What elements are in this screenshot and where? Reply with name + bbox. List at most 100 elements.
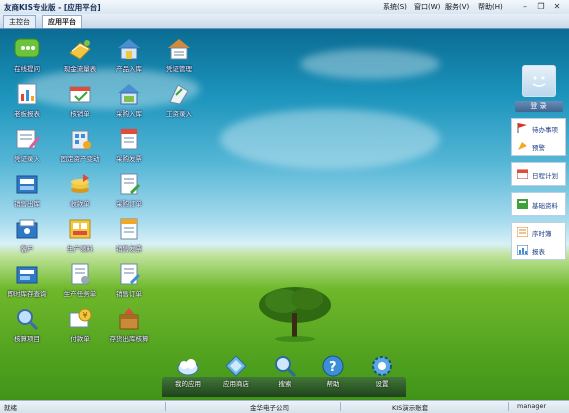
cloud-decoration bbox=[300, 49, 440, 79]
search-icon bbox=[274, 355, 297, 378]
my-apps-icon bbox=[177, 355, 199, 377]
product-stock-in-icon bbox=[116, 37, 142, 61]
ledger-icon bbox=[516, 226, 529, 238]
my-apps-button[interactable]: 我的应用 bbox=[168, 355, 208, 388]
menu-service[interactable]: 服务(V) bbox=[445, 2, 469, 12]
desktop-icon-sales-invoice[interactable]: 销售发票 bbox=[102, 217, 156, 257]
right-panel: 登 录 待办事项 预警 日程计划 基础资料 序时簿 报表 bbox=[511, 65, 566, 260]
basic-data-group: 基础资料 bbox=[511, 192, 566, 216]
alert-icon bbox=[517, 141, 528, 151]
desktop-icon-purchase-order[interactable]: 采购订单 bbox=[102, 172, 156, 212]
menu-system[interactable]: 系统(S) bbox=[383, 2, 407, 12]
desktop-icon-boss-report[interactable]: 老板报表 bbox=[0, 82, 54, 122]
production-material-icon bbox=[67, 217, 93, 241]
avatar[interactable] bbox=[521, 65, 556, 97]
ledger-item[interactable]: 序时簿 bbox=[512, 223, 565, 241]
status-divider bbox=[340, 402, 341, 411]
desktop-icon-purchase-stock-in[interactable]: 采购入库 bbox=[102, 82, 156, 122]
svg-text:¥: ¥ bbox=[83, 311, 88, 320]
alert-item[interactable]: 预警 bbox=[512, 137, 565, 155]
desktop-icon-payment[interactable]: ¥ 付款单 bbox=[53, 307, 107, 347]
write-off-icon bbox=[67, 82, 93, 106]
sales-invoice-icon bbox=[116, 217, 142, 241]
current-user: manager bbox=[517, 402, 547, 410]
menu-window[interactable]: 窗口(W) bbox=[414, 2, 440, 12]
salary-entry-icon bbox=[166, 82, 192, 106]
receipt-icon bbox=[67, 172, 93, 196]
desktop: 在线提问 老板报表 凭证录入 销售出库 客户 即时库存查询 核算项目 现金流量表… bbox=[0, 29, 569, 400]
production-task-icon bbox=[67, 262, 93, 286]
todo-group: 待办事项 预警 bbox=[511, 118, 566, 156]
desktop-icon-customer[interactable]: 客户 bbox=[0, 217, 54, 257]
payment-icon: ¥ bbox=[67, 307, 93, 331]
ledger-group: 序时簿 报表 bbox=[511, 222, 566, 260]
help-icon: ? bbox=[322, 355, 344, 377]
desktop-icon-salary-entry[interactable]: 工资录入 bbox=[152, 82, 206, 122]
inventory-query-icon bbox=[14, 262, 40, 286]
customer-icon bbox=[14, 217, 40, 241]
book-icon bbox=[517, 199, 528, 209]
settings-icon bbox=[371, 355, 393, 377]
tab-bar: 主控台 应用平台 bbox=[0, 14, 569, 29]
cash-flow-icon bbox=[67, 37, 93, 61]
desktop-icon-production-material[interactable]: 生产领料 bbox=[53, 217, 107, 257]
chat-bubbles-icon bbox=[14, 37, 40, 61]
todo-item[interactable]: 待办事项 bbox=[512, 119, 565, 137]
desktop-icon-product-stock-in[interactable]: 产品入库 bbox=[102, 37, 156, 77]
status-divider bbox=[508, 402, 509, 411]
status-divider bbox=[165, 402, 166, 411]
desktop-icon-cash-flow[interactable]: 现金流量表 bbox=[53, 37, 107, 77]
tab-main-console[interactable]: 主控台 bbox=[3, 15, 36, 28]
menu-help[interactable]: 帮助(H) bbox=[478, 2, 503, 12]
report-item[interactable]: 报表 bbox=[512, 241, 565, 259]
app-store-button[interactable]: 应用商店 bbox=[216, 355, 256, 388]
settings-button[interactable]: 设置 bbox=[362, 355, 402, 388]
search-button[interactable]: 搜索 bbox=[265, 355, 305, 388]
close-icon[interactable]: ✕ bbox=[550, 1, 564, 12]
app-store-icon bbox=[225, 355, 247, 377]
desktop-icon-inventory-query[interactable]: 即时库存查询 bbox=[0, 262, 54, 302]
tree-illustration bbox=[259, 287, 331, 342]
flag-icon bbox=[517, 123, 528, 133]
desktop-icon-voucher-entry[interactable]: 凭证录入 bbox=[0, 127, 54, 167]
svg-text:?: ? bbox=[329, 360, 337, 375]
status-bar: 就绪 金华电子公司 KIS演示账套 manager bbox=[0, 400, 569, 413]
title-bar: 友商KIS专业版 - [应用平台] 系统(S) 窗口(W) 服务(V) 帮助(H… bbox=[0, 0, 569, 15]
desktop-icon-voucher-management[interactable]: 凭证管理 bbox=[152, 37, 206, 77]
calendar-icon bbox=[516, 169, 529, 180]
desktop-icon-purchase-invoice[interactable]: 采购发票 bbox=[102, 127, 156, 167]
window-title: 友商KIS专业版 - [应用平台] bbox=[4, 3, 101, 12]
purchase-order-icon bbox=[116, 172, 142, 196]
help-button[interactable]: ? 帮助 bbox=[313, 355, 353, 388]
voucher-entry-icon bbox=[14, 127, 40, 151]
desktop-icon-production-task[interactable]: 生产任务单 bbox=[53, 262, 107, 302]
desktop-icon-online-question[interactable]: 在线提问 bbox=[0, 37, 54, 77]
desktop-icon-sales-order[interactable]: 销售订单 bbox=[102, 262, 156, 302]
sales-stock-out-icon bbox=[14, 172, 40, 196]
report-icon bbox=[516, 244, 529, 256]
desktop-icon-accounting-item[interactable]: 核算项目 bbox=[0, 307, 54, 347]
schedule-item[interactable]: 日程计划 bbox=[512, 163, 565, 185]
desktop-icon-fixed-asset[interactable]: 固定资产变动 bbox=[53, 127, 107, 167]
purchase-stock-in-icon bbox=[116, 82, 142, 106]
minimize-icon[interactable]: – bbox=[518, 1, 532, 12]
account-set: KIS演示账套 bbox=[392, 404, 429, 412]
accounting-item-icon bbox=[14, 307, 40, 331]
inventory-accounting-icon bbox=[116, 307, 142, 331]
schedule-group: 日程计划 bbox=[511, 162, 566, 186]
restore-icon[interactable]: ❐ bbox=[534, 1, 548, 12]
desktop-icon-receipt[interactable]: 收款单 bbox=[53, 172, 107, 212]
voucher-management-icon bbox=[166, 37, 192, 61]
status-text: 就绪 bbox=[4, 404, 17, 412]
boss-report-icon bbox=[14, 82, 40, 106]
fixed-asset-icon bbox=[67, 127, 93, 151]
cloud-decoration bbox=[220, 109, 440, 169]
desktop-icon-write-off[interactable]: 核销单 bbox=[53, 82, 107, 122]
desktop-icon-inventory-accounting[interactable]: 存货出库核算 bbox=[102, 307, 156, 347]
basic-data-item[interactable]: 基础资料 bbox=[512, 193, 565, 215]
desktop-icon-sales-stock-out[interactable]: 销售出库 bbox=[0, 172, 54, 212]
company-name: 金华电子公司 bbox=[250, 404, 289, 412]
sales-order-icon bbox=[116, 262, 142, 286]
tab-app-platform[interactable]: 应用平台 bbox=[42, 15, 82, 28]
login-button[interactable]: 登 录 bbox=[514, 101, 563, 112]
